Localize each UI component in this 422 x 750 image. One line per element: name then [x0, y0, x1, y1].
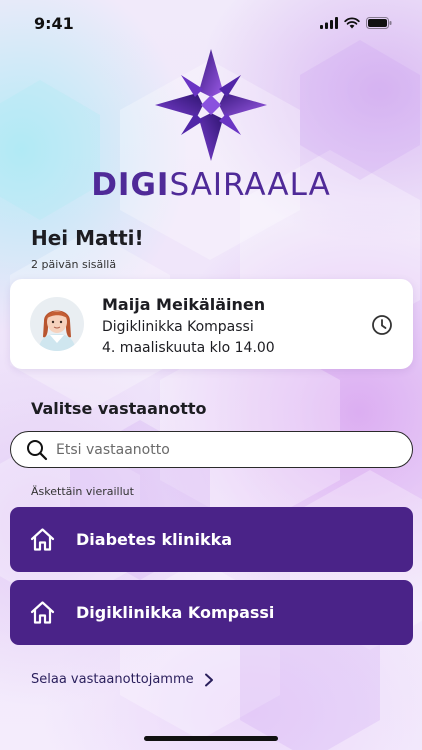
status-time: 9:41 [34, 13, 74, 33]
battery-icon [366, 17, 392, 29]
search-icon [27, 439, 48, 460]
doctor-name: Maija Meikäläinen [102, 295, 266, 314]
wifi-icon [344, 17, 360, 29]
appointment-datetime: 4. maaliskuuta klo 14.00 [102, 340, 275, 356]
status-bar: 9:41 [0, 0, 422, 46]
signal-icon [320, 17, 338, 29]
home-icon [30, 528, 55, 551]
select-clinic-title: Valitse vastaanotto [31, 399, 207, 418]
browse-clinics-label: Selaa vastaanottojamme [31, 672, 194, 687]
upcoming-appointment-card[interactable]: Maija Meikäläinen Digiklinikka Kompassi … [10, 279, 413, 369]
recent-visits-label: Äskettäin vieraillut [31, 485, 134, 498]
avatar [30, 297, 84, 351]
search-field[interactable] [10, 431, 413, 468]
recent-clinic-button-kompassi[interactable]: Digiklinikka Kompassi [10, 580, 413, 645]
logo-text-bold: DIGI [91, 167, 170, 203]
search-input[interactable] [56, 441, 386, 458]
recent-clinic-label: Diabetes klinikka [76, 530, 233, 549]
status-icons [320, 17, 392, 29]
clock-icon [372, 315, 392, 335]
logo-text-light: SAIRAALA [169, 167, 331, 203]
app-logo: DIGISAIRAALA [0, 45, 422, 210]
upcoming-timeframe-label: 2 päivän sisällä [31, 258, 117, 271]
home-indicator[interactable] [144, 736, 278, 741]
recent-clinic-button-diabetes[interactable]: Diabetes klinikka [10, 507, 413, 572]
greeting-title: Hei Matti! [31, 226, 144, 250]
recent-clinic-label: Digiklinikka Kompassi [76, 603, 275, 622]
home-icon [30, 601, 55, 624]
appointment-clinic: Digiklinikka Kompassi [102, 319, 254, 335]
browse-clinics-link[interactable]: Selaa vastaanottojamme [31, 672, 215, 687]
logo-mark-icon [155, 49, 267, 161]
chevron-right-icon [204, 673, 213, 686]
logo-wordmark: DIGISAIRAALA [0, 167, 422, 203]
